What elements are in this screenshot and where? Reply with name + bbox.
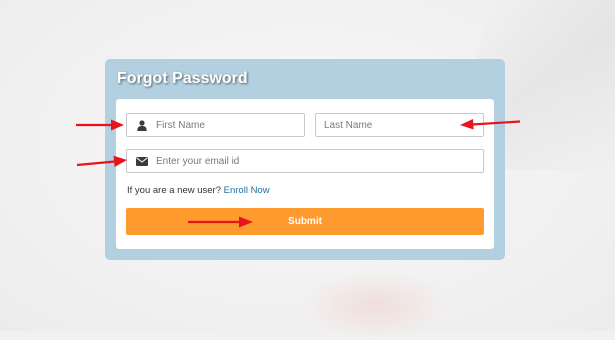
- last-name-input[interactable]: [316, 114, 483, 136]
- arrow-to-email: [76, 155, 127, 167]
- first-name-input[interactable]: [156, 114, 304, 136]
- arrow-to-last-name: [460, 119, 521, 130]
- enroll-now-link[interactable]: Enroll Now: [224, 185, 270, 196]
- form-body: If you are a new user? Enroll Now Submit: [116, 99, 494, 249]
- forgot-password-panel: Forgot Password If you: [105, 59, 505, 260]
- submit-button[interactable]: Submit: [126, 208, 484, 235]
- first-name-field: [126, 113, 305, 137]
- email-input[interactable]: [156, 150, 483, 172]
- user-icon: [136, 119, 148, 131]
- last-name-field: [315, 113, 484, 137]
- envelope-icon: [136, 155, 148, 167]
- email-field: [126, 149, 484, 173]
- arrow-to-first-name: [76, 119, 124, 131]
- arrow-to-submit: [188, 216, 253, 228]
- panel-title: Forgot Password: [117, 70, 248, 87]
- enroll-prompt-line: If you are a new user? Enroll Now: [127, 185, 270, 196]
- enroll-prompt-text: If you are a new user?: [127, 185, 221, 196]
